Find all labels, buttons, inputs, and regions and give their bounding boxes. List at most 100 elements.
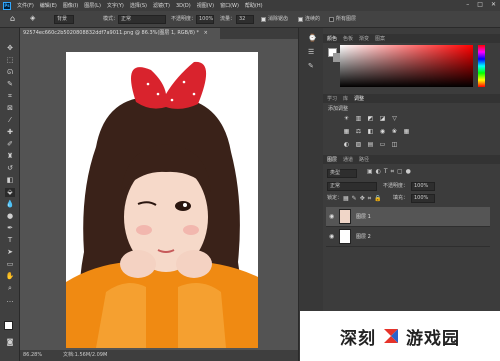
close-tab-icon[interactable]: ×: [204, 30, 208, 36]
layer-name[interactable]: 图层 1: [356, 213, 371, 220]
menu-file[interactable]: 文件(F): [17, 2, 34, 9]
blur-tool-icon[interactable]: 💧: [5, 200, 15, 209]
path-select-tool-icon[interactable]: ➤: [5, 248, 15, 257]
brightness-icon[interactable]: ☀: [343, 115, 350, 122]
tool-preset-icon[interactable]: ◈: [30, 14, 35, 22]
crop-tool-icon[interactable]: ⌗: [5, 92, 15, 101]
tolerance-input[interactable]: 32: [236, 15, 254, 24]
layer-thumbnail: [339, 209, 351, 224]
gradient-map-icon[interactable]: ▭: [379, 141, 386, 148]
eye-icon[interactable]: ◉: [329, 233, 334, 240]
eyedropper-tool-icon[interactable]: ⁄: [5, 116, 15, 125]
menu-select[interactable]: 选择(S): [130, 2, 147, 9]
menu-type[interactable]: 文字(Y): [107, 2, 124, 9]
layer-row[interactable]: ◉ 图层 1: [326, 207, 490, 227]
tab-libraries[interactable]: 库: [343, 95, 348, 102]
hue-slider[interactable]: [478, 45, 485, 87]
rectangle-tool-icon[interactable]: ▭: [5, 260, 15, 269]
clone-stamp-tool-icon[interactable]: ♜: [5, 152, 15, 161]
tab-learn[interactable]: 学习: [327, 95, 337, 102]
status-arrow-icon[interactable]: ›: [104, 350, 106, 361]
tab-patterns[interactable]: 图案: [375, 35, 385, 42]
channel-mixer-icon[interactable]: ❀: [391, 128, 398, 135]
layer-filter-icons[interactable]: ▣◐T⌗▢●: [367, 168, 414, 176]
adjust-panel-icon[interactable]: ✎: [308, 62, 314, 70]
healing-brush-tool-icon[interactable]: ✚: [5, 128, 15, 137]
menu-layer[interactable]: 图层(L): [84, 2, 101, 9]
history-panel-icon[interactable]: ⌚: [308, 34, 317, 42]
menu-view[interactable]: 视图(V): [197, 2, 214, 9]
properties-panel-icon[interactable]: ☰: [308, 48, 314, 56]
quick-mask-icon[interactable]: ◙: [5, 338, 15, 347]
hand-tool-icon[interactable]: ✋: [5, 272, 15, 281]
anti-alias-checkbox[interactable]: [261, 17, 266, 22]
menu-image[interactable]: 图像(I): [63, 2, 78, 9]
eye-icon[interactable]: ◉: [329, 213, 334, 220]
layer-name[interactable]: 图层 2: [356, 233, 371, 240]
black-white-icon[interactable]: ◧: [367, 128, 374, 135]
foreground-color-swatch[interactable]: [4, 321, 13, 330]
all-layers-checkbox[interactable]: [329, 17, 334, 22]
layer-filter-select[interactable]: 类型: [327, 169, 357, 178]
marquee-tool-icon[interactable]: ⬚: [5, 56, 15, 65]
color-picker-field[interactable]: [340, 45, 473, 87]
color-balance-icon[interactable]: ⚖: [355, 128, 362, 135]
photo-filter-icon[interactable]: ◉: [379, 128, 386, 135]
tab-channels[interactable]: 通道: [343, 156, 353, 163]
more-tools-icon[interactable]: …: [5, 296, 15, 305]
lock-label: 锁定：: [327, 195, 343, 201]
menu-edit[interactable]: 编辑(E): [40, 2, 57, 9]
eraser-tool-icon[interactable]: ◧: [5, 176, 15, 185]
menu-3d[interactable]: 3D(D): [176, 3, 191, 9]
tab-color[interactable]: 颜色: [327, 35, 337, 42]
dodge-tool-icon[interactable]: ●: [5, 212, 15, 221]
layer-row[interactable]: ◉ 图层 2: [326, 227, 490, 247]
history-brush-tool-icon[interactable]: ↺: [5, 164, 15, 173]
menu-filter[interactable]: 滤镜(T): [153, 2, 170, 9]
lasso-tool-icon[interactable]: ᘏ: [5, 68, 15, 77]
move-tool-icon[interactable]: ✥: [5, 44, 15, 53]
zoom-level[interactable]: 86.28%: [23, 350, 42, 361]
brush-tool-icon[interactable]: ✐: [5, 140, 15, 149]
invert-icon[interactable]: ◐: [343, 141, 350, 148]
document-tab-bar: 92574ec660c2b5020808832ddf7a9011.png @ 8…: [20, 28, 298, 39]
blend-mode-select[interactable]: 正常: [327, 182, 377, 191]
document-canvas[interactable]: [66, 52, 258, 348]
levels-icon[interactable]: ▥: [355, 115, 362, 122]
quick-select-tool-icon[interactable]: ✎: [5, 80, 15, 89]
opacity-label: 不透明度：: [171, 16, 197, 22]
exposure-icon[interactable]: ◪: [379, 115, 386, 122]
vibrance-icon[interactable]: ▽: [391, 115, 398, 122]
pen-tool-icon[interactable]: ✒: [5, 224, 15, 233]
curves-icon[interactable]: ◩: [367, 115, 374, 122]
hue-saturation-icon[interactable]: ▦: [343, 128, 350, 135]
tab-layers[interactable]: 图层: [327, 156, 337, 163]
tab-paths[interactable]: 路径: [359, 156, 369, 163]
lock-icons[interactable]: ▦✎✥⌗🔒: [343, 195, 385, 203]
close-icon[interactable]: ✕: [491, 1, 496, 8]
color-lookup-icon[interactable]: ▦: [403, 128, 410, 135]
tab-swatches[interactable]: 色板: [343, 35, 353, 42]
contiguous-checkbox[interactable]: [298, 17, 303, 22]
menu-help[interactable]: 帮助(H): [245, 2, 263, 9]
tab-adjustments[interactable]: 调整: [354, 95, 364, 102]
layer-opacity-input[interactable]: 100%: [411, 182, 435, 191]
paint-bucket-tool-icon[interactable]: ⬙: [5, 188, 15, 197]
selective-color-icon[interactable]: ◫: [391, 141, 398, 148]
photoshop-app-icon: Ps: [3, 1, 11, 10]
fill-input[interactable]: 100%: [411, 194, 435, 203]
type-tool-icon[interactable]: T: [5, 236, 15, 245]
zoom-tool-icon[interactable]: ⌕: [5, 284, 15, 293]
mode-select[interactable]: 正常: [118, 15, 166, 24]
paint-bucket-tool-icon[interactable]: ⌂: [10, 14, 15, 23]
threshold-icon[interactable]: ▤: [367, 141, 374, 148]
frame-tool-icon[interactable]: ⊠: [5, 104, 15, 113]
document-tab[interactable]: 92574ec660c2b5020808832ddf7a9011.png @ 8…: [20, 28, 220, 39]
tab-gradients[interactable]: 渐变: [359, 35, 369, 42]
posterize-icon[interactable]: ▨: [355, 141, 362, 148]
menu-window[interactable]: 窗口(W): [220, 2, 239, 9]
maximize-icon[interactable]: □: [477, 1, 483, 8]
opacity-input[interactable]: 100%: [196, 15, 214, 24]
fill-source-select[interactable]: 背景: [54, 15, 74, 24]
minimize-icon[interactable]: –: [466, 1, 469, 8]
